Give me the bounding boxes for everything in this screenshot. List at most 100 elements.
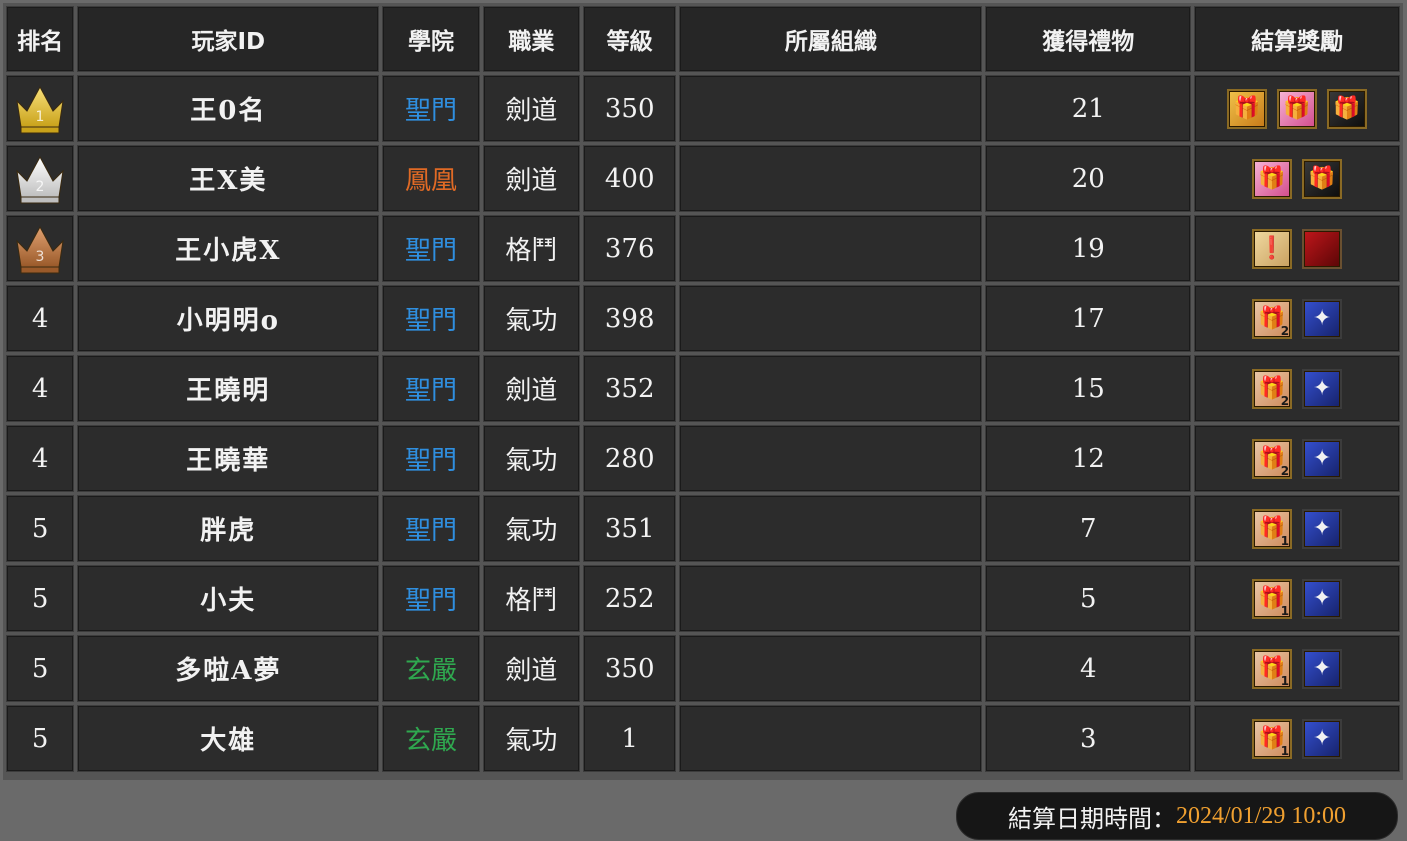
gifts-cell: 15 [985,355,1192,422]
organization-cell [679,285,983,352]
level-cell: 350 [583,75,677,142]
level-cell: 350 [583,635,677,702]
table-row: 2 王X美 鳳凰 劍道 400 20 🎁 🎁 [6,145,1400,212]
gifts-cell: 17 [985,285,1192,352]
star-glyph-icon: ✦ [1312,585,1332,611]
table-row: 5 大雄 玄嚴 氣功 1 3 🎁 1 ✦ [6,705,1400,772]
pink-box-reward-icon[interactable]: 🎁 1 [1252,508,1293,549]
pink-box-reward-icon[interactable]: 🎁 1 [1252,578,1293,619]
table-row: 4 小明明o 聖門 氣功 398 17 🎁 2 ✦ [6,285,1400,352]
pink-gift-glyph-icon: 🎁 [1258,165,1286,191]
rank-cell: 5 [6,705,75,772]
star-reward-icon[interactable]: ✦ [1302,438,1343,479]
level-cell: 1 [583,705,677,772]
reward-quantity: 1 [1280,603,1290,618]
star-reward-icon[interactable]: ✦ [1302,298,1343,339]
school-cell: 聖門 [382,425,480,492]
star-reward-icon[interactable]: ✦ [1302,368,1343,409]
player-id-cell: 小夫 [77,565,380,632]
rank-cell: 2 [6,145,75,212]
player-id-cell: 王X美 [77,145,380,212]
red-card-reward-icon[interactable] [1302,228,1343,269]
rewards-cell: ❗ [1194,215,1400,282]
school-cell: 聖門 [382,75,480,142]
star-glyph-icon: ✦ [1312,445,1332,471]
pink-gift-glyph-icon: 🎁 [1283,95,1311,121]
pink-box-reward-icon[interactable]: 🎁 2 [1252,298,1293,339]
black-gift-reward-icon[interactable]: 🎁 [1302,158,1343,199]
gold-gift-reward-icon[interactable]: 🎁 [1227,88,1268,129]
reward-quantity: 1 [1280,673,1290,688]
job-cell: 格鬥 [482,215,581,282]
reward-quantity: 1 [1280,743,1290,758]
job-cell: 氣功 [482,705,581,772]
column-header-player-id: 玩家ID [77,6,380,72]
player-id-cell: 多啦A夢 [77,635,380,702]
rewards-cell: 🎁 🎁 🎁 [1194,75,1400,142]
level-cell: 280 [583,425,677,492]
pink-gift-reward-icon[interactable]: 🎁 [1252,158,1293,199]
column-header-job: 職業 [482,6,581,72]
black-gift-glyph-icon: 🎁 [1333,95,1361,121]
rewards-cell: 🎁 1 ✦ [1194,495,1400,562]
organization-cell [679,145,983,212]
pink-box-reward-icon[interactable]: 🎁 1 [1252,648,1293,689]
note-reward-icon[interactable]: ❗ [1252,228,1293,269]
organization-cell [679,635,983,702]
pink-gift-reward-icon[interactable]: 🎁 [1277,88,1318,129]
organization-cell [679,705,983,772]
pink-box-reward-icon[interactable]: 🎁 1 [1252,718,1293,759]
rank-cell: 4 [6,285,75,352]
level-cell: 351 [583,495,677,562]
ranking-board: 排名 玩家ID 學院 職業 等級 所屬組織 獲得禮物 結算獎勵 1 王0名 聖門 劍道… [3,3,1403,780]
organization-cell [679,565,983,632]
reward-quantity: 2 [1280,393,1290,408]
column-header-organization: 所屬組織 [679,6,983,72]
star-reward-icon[interactable]: ✦ [1302,578,1343,619]
rank-cell: 5 [6,565,75,632]
column-header-gifts: 獲得禮物 [985,6,1192,72]
rank-cell: 5 [6,635,75,702]
reward-quantity: 2 [1280,463,1290,478]
star-glyph-icon: ✦ [1312,375,1332,401]
organization-cell [679,355,983,422]
job-cell: 劍道 [482,75,581,142]
column-header-school: 學院 [382,6,480,72]
pink-box-reward-icon[interactable]: 🎁 2 [1252,368,1293,409]
pink-box-reward-icon[interactable]: 🎁 2 [1252,438,1293,479]
black-gift-reward-icon[interactable]: 🎁 [1327,88,1368,129]
job-cell: 劍道 [482,145,581,212]
settlement-time-value: 2024/01/29 10:00 [1175,802,1346,829]
svg-text:3: 3 [36,249,45,265]
rewards-cell: 🎁 1 ✦ [1194,635,1400,702]
svg-text:2: 2 [36,179,45,195]
school-cell: 聖門 [382,565,480,632]
star-reward-icon[interactable]: ✦ [1302,508,1343,549]
player-id-cell: 胖虎 [77,495,380,562]
settlement-time-label: 結算日期時間： [1007,804,1176,833]
school-cell: 聖門 [382,215,480,282]
reward-quantity: 1 [1280,533,1290,548]
table-row: 1 王0名 聖門 劍道 350 21 🎁 🎁 🎁 [6,75,1400,142]
gold-crown-icon: 1 [13,85,67,133]
rewards-cell: 🎁 2 ✦ [1194,425,1400,492]
rank-cell: 4 [6,355,75,422]
star-reward-icon[interactable]: ✦ [1302,648,1343,689]
rewards-cell: 🎁 2 ✦ [1194,285,1400,352]
organization-cell [679,495,983,562]
table-row: 3 王小虎X 聖門 格鬥 376 19 ❗ [6,215,1400,282]
column-header-rank: 排名 [6,6,75,72]
job-cell: 氣功 [482,285,581,352]
rank-cell: 5 [6,495,75,562]
gold-gift-glyph-icon: 🎁 [1233,95,1261,121]
star-glyph-icon: ✦ [1312,655,1332,681]
organization-cell [679,425,983,492]
column-header-rewards: 結算獎勵 [1194,6,1400,72]
star-reward-icon[interactable]: ✦ [1302,718,1343,759]
gifts-cell: 7 [985,495,1192,562]
school-cell: 鳳凰 [382,145,480,212]
job-cell: 格鬥 [482,565,581,632]
school-cell: 玄嚴 [382,705,480,772]
table-row: 5 多啦A夢 玄嚴 劍道 350 4 🎁 1 ✦ [6,635,1400,702]
reward-quantity: 2 [1280,323,1290,338]
